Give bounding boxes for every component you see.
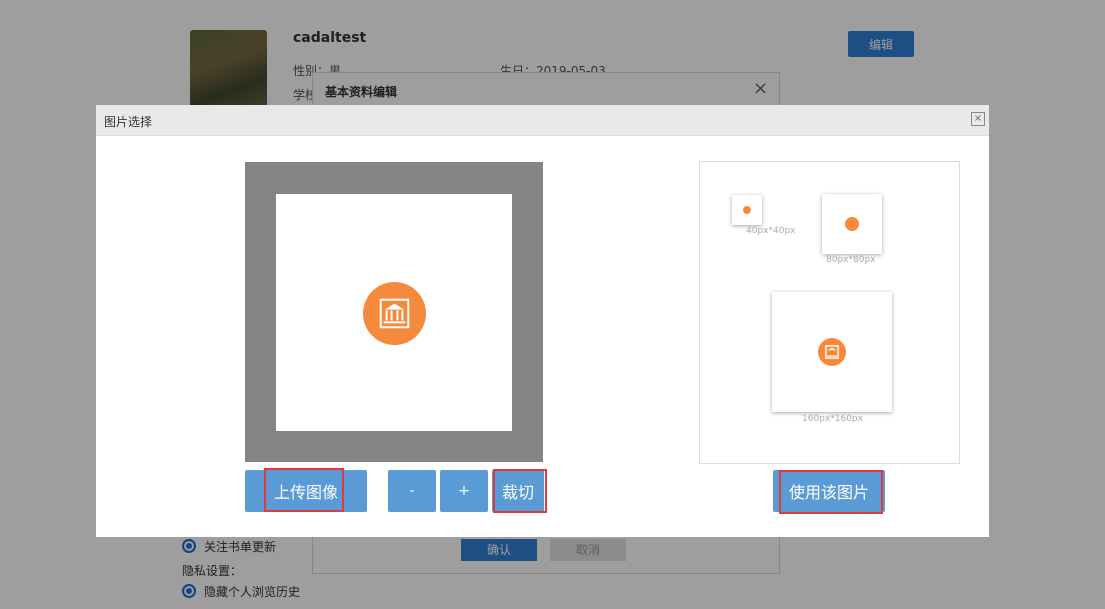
library-building-icon	[818, 338, 846, 366]
preview-large	[772, 292, 892, 412]
preview-panel: 40px*40px 80px*80px 160px*160px	[699, 161, 960, 464]
image-select-dialog: 图片选择 × 上传图像 - + 裁切 40px*40px 80px*80px 1…	[96, 105, 989, 537]
crop-area[interactable]	[245, 162, 543, 462]
close-icon[interactable]: ×	[971, 112, 985, 126]
preview-medium-label: 80px*80px	[826, 255, 876, 265]
library-building-icon	[743, 206, 751, 214]
library-building-icon	[363, 282, 426, 345]
preview-large-label: 160px*160px	[802, 414, 863, 424]
preview-medium	[822, 194, 882, 254]
zoom-out-label: -	[409, 483, 415, 499]
zoom-in-button[interactable]: +	[440, 470, 488, 512]
image-dialog-titlebar: 图片选择 ×	[96, 105, 989, 136]
library-building-icon	[845, 217, 859, 231]
highlight-box	[779, 470, 883, 514]
zoom-in-label: +	[458, 483, 470, 499]
crop-canvas[interactable]	[276, 194, 512, 431]
highlight-box	[493, 469, 547, 513]
preview-small-label: 40px*40px	[746, 226, 796, 236]
highlight-box	[264, 468, 344, 512]
image-dialog-title: 图片选择	[104, 115, 153, 129]
preview-small	[732, 195, 762, 225]
zoom-out-button[interactable]: -	[388, 470, 436, 512]
